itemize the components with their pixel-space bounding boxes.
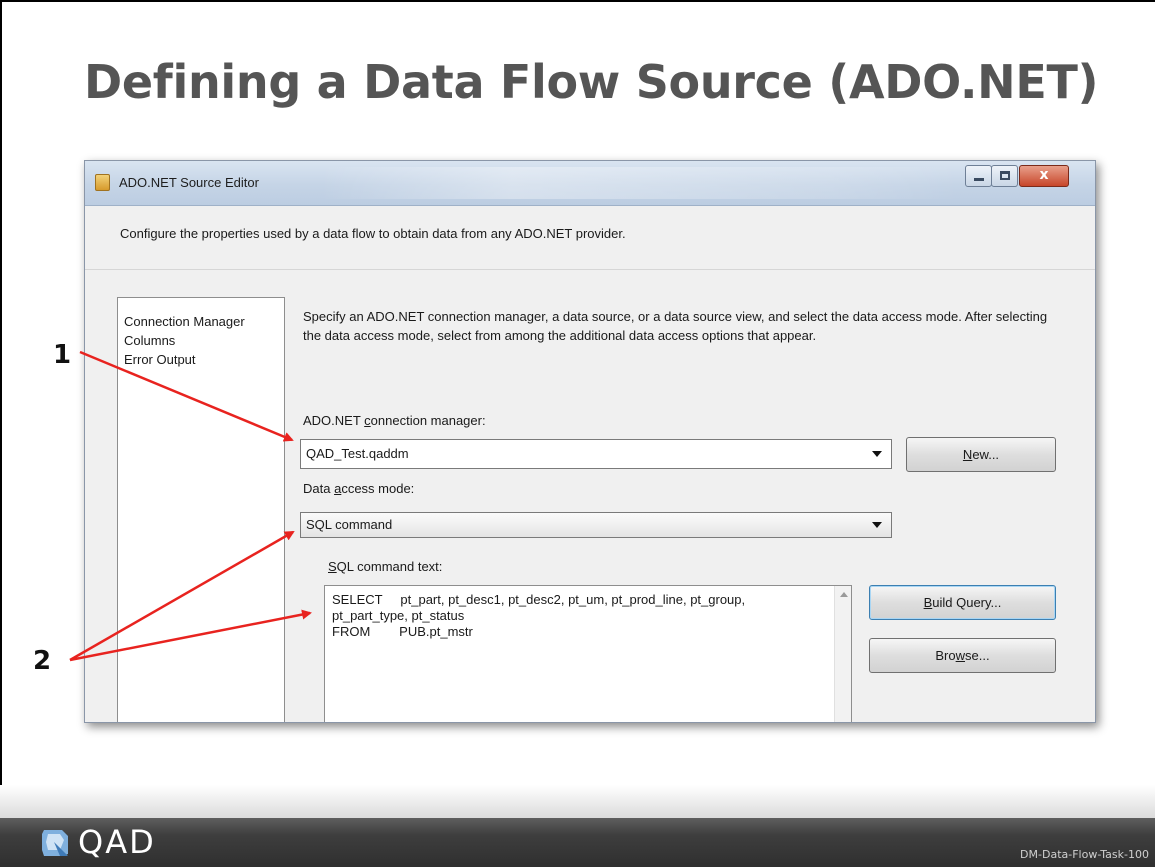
- footer-fade: [0, 785, 1155, 820]
- minimize-button[interactable]: [965, 165, 992, 187]
- maximize-button[interactable]: [991, 165, 1018, 187]
- nav-item-error-output[interactable]: Error Output: [118, 350, 284, 369]
- slide-border-left: [0, 0, 2, 820]
- scroll-up-icon[interactable]: [840, 592, 848, 597]
- browse-button[interactable]: Browse...: [869, 638, 1056, 673]
- qad-logo-text: QAD: [78, 823, 156, 861]
- editor-description: Configure the properties used by a data …: [120, 226, 626, 241]
- slide-title: Defining a Data Flow Source (ADO.NET): [84, 55, 1099, 109]
- slide-code: DM-Data-Flow-Task-100: [1020, 848, 1149, 861]
- data-access-mode-value: SQL command: [306, 517, 393, 532]
- label-part: Data: [303, 481, 335, 496]
- button-accelerator: B: [923, 595, 933, 610]
- button-label: se...: [965, 648, 990, 663]
- button-label: Bro: [935, 648, 956, 663]
- label-accelerator: S: [328, 559, 337, 574]
- minimize-icon: [974, 178, 984, 181]
- chevron-down-icon[interactable]: [866, 443, 888, 465]
- footer-bar: [0, 818, 1155, 867]
- chevron-down-icon[interactable]: [866, 514, 888, 536]
- ado-net-source-editor-window: ADO.NET Source Editor x Configure the pr…: [84, 160, 1096, 723]
- background-window-ghost: [320, 167, 960, 199]
- data-access-mode-dropdown[interactable]: SQL command: [300, 512, 892, 538]
- label-part: QL command text:: [336, 559, 443, 574]
- nav-item-connection-manager[interactable]: Connection Manager: [118, 312, 284, 331]
- data-access-mode-label: Data access mode:: [303, 481, 414, 496]
- label-part: onnection manager:: [370, 413, 486, 428]
- sql-command-textarea[interactable]: SELECT pt_part, pt_desc1, pt_desc2, pt_u…: [324, 585, 852, 722]
- sql-command-text-label: SQL command text:: [328, 559, 442, 574]
- app-icon: [95, 174, 110, 191]
- new-connection-button[interactable]: New...: [906, 437, 1056, 472]
- sql-command-text: SELECT pt_part, pt_desc1, pt_desc2, pt_u…: [332, 592, 746, 639]
- button-label: ew...: [972, 447, 1000, 462]
- maximize-icon: [1000, 171, 1010, 180]
- slide: Defining a Data Flow Source (ADO.NET) AD…: [0, 0, 1155, 867]
- window-title: ADO.NET Source Editor: [119, 175, 259, 190]
- close-icon: x: [1039, 167, 1049, 183]
- label-part: ADO.NET: [303, 413, 365, 428]
- connection-manager-combo[interactable]: QAD_Test.qaddm: [300, 439, 892, 469]
- connection-manager-value: QAD_Test.qaddm: [306, 446, 409, 461]
- nav-item-columns[interactable]: Columns: [118, 331, 284, 350]
- close-button[interactable]: x: [1019, 165, 1069, 187]
- page-nav-list: Connection Manager Columns Error Output: [117, 297, 285, 722]
- annotation-label-1: 1: [53, 340, 72, 370]
- slide-border-top: [0, 0, 1155, 2]
- button-label: uild Query...: [932, 595, 1002, 610]
- button-accelerator: w: [955, 648, 966, 663]
- window-titlebar[interactable]: ADO.NET Source Editor x: [85, 161, 1095, 206]
- connection-manager-label: ADO.NET connection manager:: [303, 413, 486, 428]
- qad-logo-icon: [42, 830, 68, 856]
- sql-scrollbar[interactable]: [834, 586, 851, 722]
- build-query-button[interactable]: Build Query...: [869, 585, 1056, 620]
- annotation-label-2: 2: [33, 646, 52, 676]
- header-divider: [85, 269, 1095, 270]
- label-part: ccess mode:: [341, 481, 415, 496]
- button-accelerator: N: [962, 447, 973, 462]
- instructions-text: Specify an ADO.NET connection manager, a…: [303, 309, 1048, 343]
